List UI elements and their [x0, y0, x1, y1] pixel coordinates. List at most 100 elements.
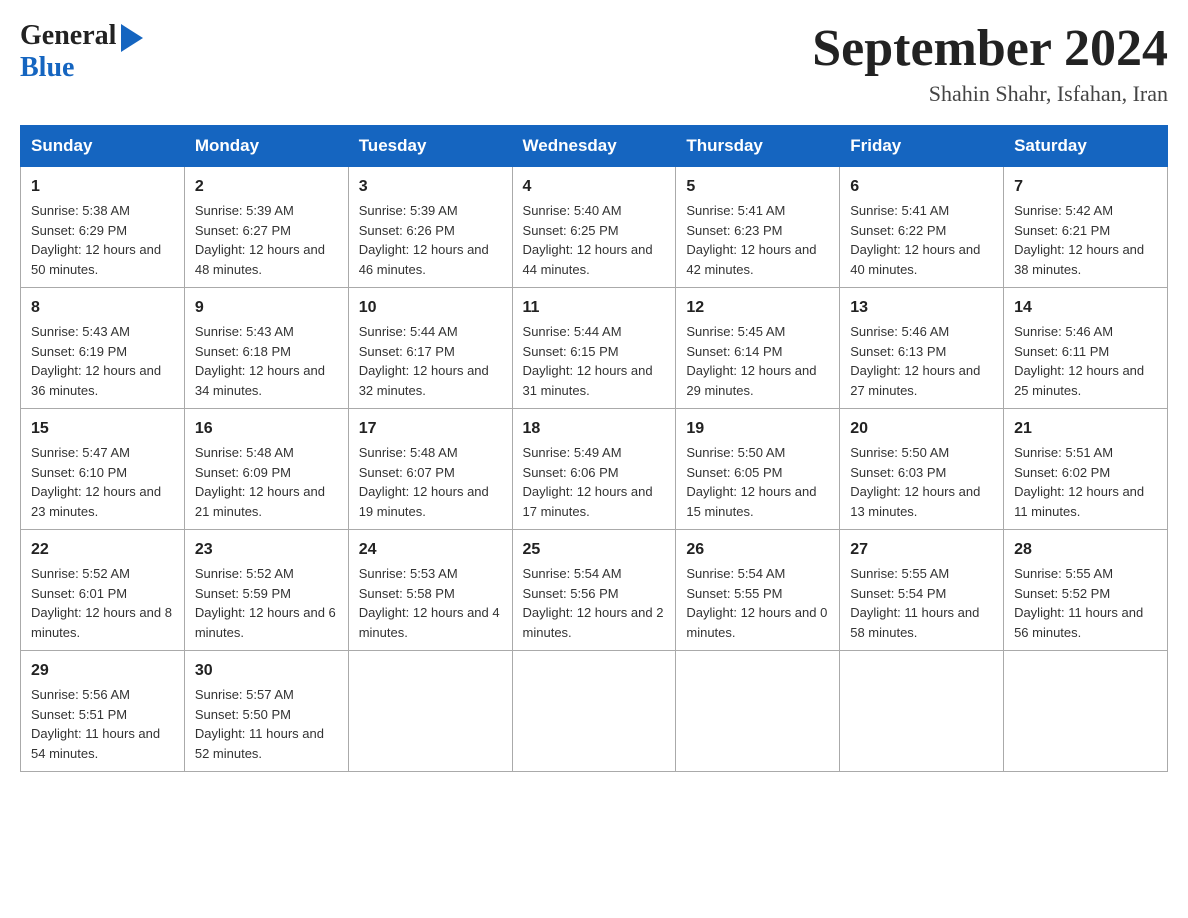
day-number: 7 [1014, 175, 1157, 199]
week-row-4: 22Sunrise: 5:52 AMSunset: 6:01 PMDayligh… [21, 530, 1168, 651]
day-info: Sunrise: 5:55 AMSunset: 5:52 PMDaylight:… [1014, 564, 1157, 642]
day-info: Sunrise: 5:56 AMSunset: 5:51 PMDaylight:… [31, 685, 174, 763]
calendar-subtitle: Shahin Shahr, Isfahan, Iran [812, 81, 1168, 107]
day-number: 25 [523, 538, 666, 562]
day-info: Sunrise: 5:50 AMSunset: 6:05 PMDaylight:… [686, 443, 829, 521]
weekday-header-wednesday: Wednesday [512, 126, 676, 167]
weekday-header-thursday: Thursday [676, 126, 840, 167]
day-number: 2 [195, 175, 338, 199]
calendar-cell: 3Sunrise: 5:39 AMSunset: 6:26 PMDaylight… [348, 167, 512, 288]
day-number: 26 [686, 538, 829, 562]
day-info: Sunrise: 5:52 AMSunset: 6:01 PMDaylight:… [31, 564, 174, 642]
weekday-header-tuesday: Tuesday [348, 126, 512, 167]
day-info: Sunrise: 5:43 AMSunset: 6:19 PMDaylight:… [31, 322, 174, 400]
calendar-cell: 8Sunrise: 5:43 AMSunset: 6:19 PMDaylight… [21, 288, 185, 409]
calendar-cell: 20Sunrise: 5:50 AMSunset: 6:03 PMDayligh… [840, 409, 1004, 530]
calendar-cell [840, 651, 1004, 772]
logo-blue-text: Blue [20, 52, 74, 83]
day-number: 29 [31, 659, 174, 683]
day-number: 10 [359, 296, 502, 320]
logo-triangle-icon [121, 24, 143, 52]
day-info: Sunrise: 5:49 AMSunset: 6:06 PMDaylight:… [523, 443, 666, 521]
day-info: Sunrise: 5:46 AMSunset: 6:13 PMDaylight:… [850, 322, 993, 400]
day-number: 30 [195, 659, 338, 683]
calendar-cell: 10Sunrise: 5:44 AMSunset: 6:17 PMDayligh… [348, 288, 512, 409]
day-number: 19 [686, 417, 829, 441]
weekday-header-sunday: Sunday [21, 126, 185, 167]
day-number: 28 [1014, 538, 1157, 562]
day-number: 8 [31, 296, 174, 320]
day-info: Sunrise: 5:52 AMSunset: 5:59 PMDaylight:… [195, 564, 338, 642]
calendar-cell: 30Sunrise: 5:57 AMSunset: 5:50 PMDayligh… [184, 651, 348, 772]
day-number: 21 [1014, 417, 1157, 441]
day-number: 27 [850, 538, 993, 562]
calendar-cell: 5Sunrise: 5:41 AMSunset: 6:23 PMDaylight… [676, 167, 840, 288]
calendar-cell [676, 651, 840, 772]
week-row-3: 15Sunrise: 5:47 AMSunset: 6:10 PMDayligh… [21, 409, 1168, 530]
day-number: 16 [195, 417, 338, 441]
calendar-cell: 12Sunrise: 5:45 AMSunset: 6:14 PMDayligh… [676, 288, 840, 409]
day-info: Sunrise: 5:44 AMSunset: 6:15 PMDaylight:… [523, 322, 666, 400]
calendar-title: September 2024 [812, 20, 1168, 77]
calendar-cell: 9Sunrise: 5:43 AMSunset: 6:18 PMDaylight… [184, 288, 348, 409]
page-header: General Blue September 2024 Shahin Shahr… [20, 20, 1168, 107]
calendar-cell: 6Sunrise: 5:41 AMSunset: 6:22 PMDaylight… [840, 167, 1004, 288]
day-info: Sunrise: 5:42 AMSunset: 6:21 PMDaylight:… [1014, 201, 1157, 279]
calendar-cell: 19Sunrise: 5:50 AMSunset: 6:05 PMDayligh… [676, 409, 840, 530]
calendar-cell: 21Sunrise: 5:51 AMSunset: 6:02 PMDayligh… [1004, 409, 1168, 530]
day-number: 20 [850, 417, 993, 441]
day-number: 1 [31, 175, 174, 199]
calendar-cell: 29Sunrise: 5:56 AMSunset: 5:51 PMDayligh… [21, 651, 185, 772]
weekday-header-monday: Monday [184, 126, 348, 167]
day-info: Sunrise: 5:57 AMSunset: 5:50 PMDaylight:… [195, 685, 338, 763]
weekday-header-friday: Friday [840, 126, 1004, 167]
weekday-header-row: SundayMondayTuesdayWednesdayThursdayFrid… [21, 126, 1168, 167]
calendar-cell: 13Sunrise: 5:46 AMSunset: 6:13 PMDayligh… [840, 288, 1004, 409]
logo-general-text: General [20, 20, 116, 52]
day-number: 9 [195, 296, 338, 320]
day-info: Sunrise: 5:54 AMSunset: 5:56 PMDaylight:… [523, 564, 666, 642]
day-number: 3 [359, 175, 502, 199]
calendar-cell [1004, 651, 1168, 772]
calendar-cell [348, 651, 512, 772]
week-row-5: 29Sunrise: 5:56 AMSunset: 5:51 PMDayligh… [21, 651, 1168, 772]
week-row-1: 1Sunrise: 5:38 AMSunset: 6:29 PMDaylight… [21, 167, 1168, 288]
calendar-cell: 28Sunrise: 5:55 AMSunset: 5:52 PMDayligh… [1004, 530, 1168, 651]
calendar-cell: 27Sunrise: 5:55 AMSunset: 5:54 PMDayligh… [840, 530, 1004, 651]
day-number: 18 [523, 417, 666, 441]
day-number: 24 [359, 538, 502, 562]
day-number: 23 [195, 538, 338, 562]
day-info: Sunrise: 5:55 AMSunset: 5:54 PMDaylight:… [850, 564, 993, 642]
calendar-cell: 14Sunrise: 5:46 AMSunset: 6:11 PMDayligh… [1004, 288, 1168, 409]
day-info: Sunrise: 5:44 AMSunset: 6:17 PMDaylight:… [359, 322, 502, 400]
day-info: Sunrise: 5:53 AMSunset: 5:58 PMDaylight:… [359, 564, 502, 642]
calendar-cell: 15Sunrise: 5:47 AMSunset: 6:10 PMDayligh… [21, 409, 185, 530]
day-info: Sunrise: 5:48 AMSunset: 6:07 PMDaylight:… [359, 443, 502, 521]
day-info: Sunrise: 5:47 AMSunset: 6:10 PMDaylight:… [31, 443, 174, 521]
calendar-cell: 4Sunrise: 5:40 AMSunset: 6:25 PMDaylight… [512, 167, 676, 288]
calendar-cell: 18Sunrise: 5:49 AMSunset: 6:06 PMDayligh… [512, 409, 676, 530]
calendar-table: SundayMondayTuesdayWednesdayThursdayFrid… [20, 125, 1168, 772]
calendar-cell: 25Sunrise: 5:54 AMSunset: 5:56 PMDayligh… [512, 530, 676, 651]
day-info: Sunrise: 5:40 AMSunset: 6:25 PMDaylight:… [523, 201, 666, 279]
calendar-cell [512, 651, 676, 772]
day-number: 4 [523, 175, 666, 199]
calendar-cell: 26Sunrise: 5:54 AMSunset: 5:55 PMDayligh… [676, 530, 840, 651]
calendar-cell: 11Sunrise: 5:44 AMSunset: 6:15 PMDayligh… [512, 288, 676, 409]
calendar-cell: 16Sunrise: 5:48 AMSunset: 6:09 PMDayligh… [184, 409, 348, 530]
calendar-cell: 22Sunrise: 5:52 AMSunset: 6:01 PMDayligh… [21, 530, 185, 651]
calendar-cell: 2Sunrise: 5:39 AMSunset: 6:27 PMDaylight… [184, 167, 348, 288]
day-info: Sunrise: 5:51 AMSunset: 6:02 PMDaylight:… [1014, 443, 1157, 521]
calendar-cell: 24Sunrise: 5:53 AMSunset: 5:58 PMDayligh… [348, 530, 512, 651]
day-info: Sunrise: 5:43 AMSunset: 6:18 PMDaylight:… [195, 322, 338, 400]
day-info: Sunrise: 5:39 AMSunset: 6:27 PMDaylight:… [195, 201, 338, 279]
calendar-cell: 17Sunrise: 5:48 AMSunset: 6:07 PMDayligh… [348, 409, 512, 530]
day-number: 17 [359, 417, 502, 441]
weekday-header-saturday: Saturday [1004, 126, 1168, 167]
day-info: Sunrise: 5:48 AMSunset: 6:09 PMDaylight:… [195, 443, 338, 521]
calendar-cell: 1Sunrise: 5:38 AMSunset: 6:29 PMDaylight… [21, 167, 185, 288]
day-number: 11 [523, 296, 666, 320]
day-number: 22 [31, 538, 174, 562]
week-row-2: 8Sunrise: 5:43 AMSunset: 6:19 PMDaylight… [21, 288, 1168, 409]
day-number: 5 [686, 175, 829, 199]
